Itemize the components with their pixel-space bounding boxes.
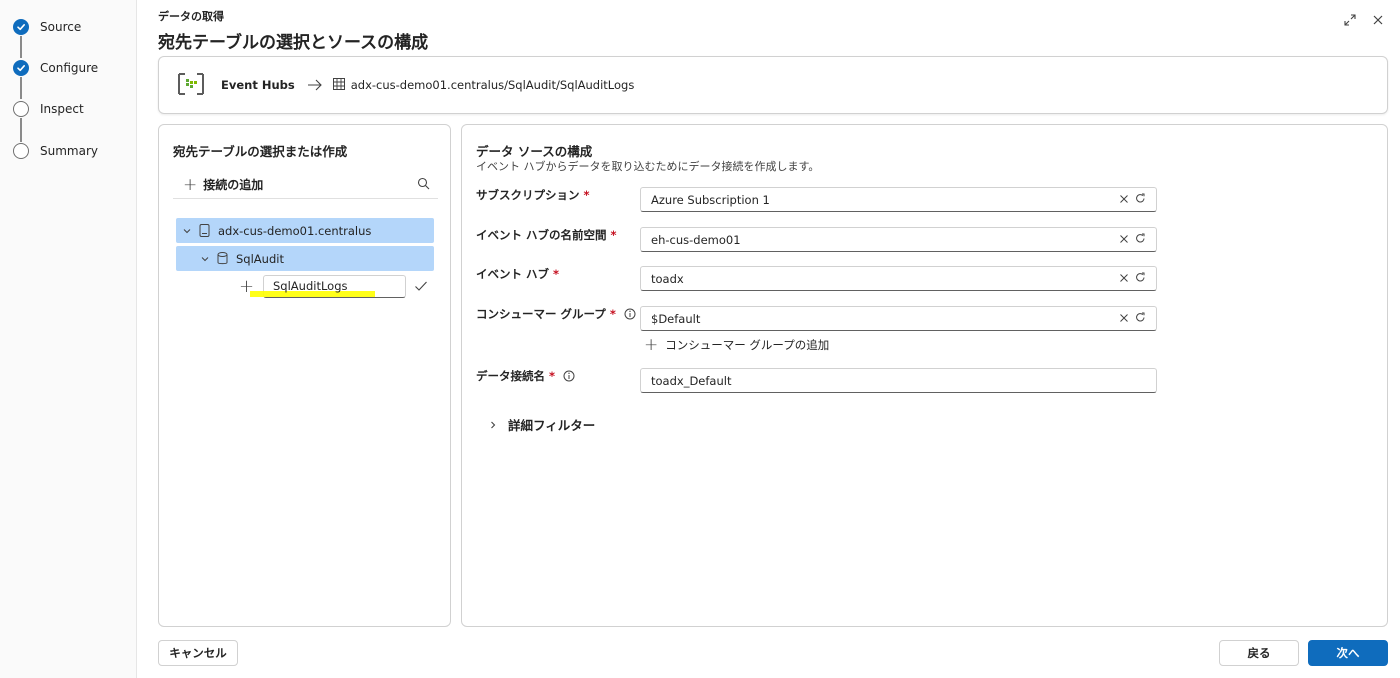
add-icon: + [644,335,659,355]
field-label-text: サブスクリプション [476,188,580,202]
page-title: 宛先テーブルの選択とソースの構成 [158,33,429,53]
add-icon[interactable]: + [183,175,197,195]
add-consumer-group-button[interactable]: + コンシューマー グループの追加 [644,335,829,355]
close-icon[interactable] [1370,12,1386,28]
clear-icon[interactable] [1119,233,1129,247]
field-label-text: イベント ハブ [476,267,550,281]
clear-icon[interactable] [1119,193,1129,207]
chevron-down-icon[interactable] [200,254,210,264]
event-hub-value: toadx [651,271,684,286]
data-source-config-panel: データ ソースの構成 イベント ハブからデータを取り込むためにデータ接続を作成し… [461,124,1388,627]
window-controls [1342,12,1386,28]
arrow-right-icon [307,79,323,91]
step-label: Inspect [40,102,84,116]
subscription-dropdown[interactable]: Azure Subscription 1 [640,187,1157,212]
field-label-text: データ接続名 [476,369,545,383]
step-pending-icon [13,143,29,159]
advanced-filter-toggle[interactable]: 詳細フィルター [488,415,595,434]
chevron-down-icon[interactable] [182,226,192,236]
page-header: データの取得 宛先テーブルの選択とソースの構成 [158,8,428,53]
search-icon[interactable] [417,177,430,193]
consumer-group-label: コンシューマー グループ * [476,306,636,322]
destination-path: adx-cus-demo01.centralus/SqlAudit/SqlAud… [350,78,635,92]
chevron-right-icon [488,420,498,430]
required-marker: * [609,307,616,321]
consumer-group-dropdown[interactable]: $Default [640,306,1157,331]
tree-item-label: adx-cus-demo01.centralus [218,223,372,238]
page-subtitle: データの取得 [158,10,224,23]
required-marker: * [583,188,590,202]
step-summary[interactable]: Summary [13,141,98,161]
refresh-icon[interactable] [1135,272,1146,286]
destination-table-panel: 宛先テーブルの選択または作成 + 接続の追加 adx-cus-demo01.ce… [158,124,451,627]
event-hub-dropdown[interactable]: toadx [640,266,1157,291]
required-marker: * [553,267,560,281]
checkmark-icon[interactable] [414,280,428,292]
source-name: Event Hubs [221,78,295,92]
cancel-button[interactable]: キャンセル [158,640,238,666]
connection-name-value: toadx_Default [651,373,732,388]
info-icon[interactable] [624,308,636,320]
table-grid-icon [332,77,345,93]
subscription-value: Azure Subscription 1 [651,192,770,207]
event-hubs-icon [177,72,205,99]
refresh-icon[interactable] [1135,233,1146,247]
field-label-text: イベント ハブの名前空間 [476,228,607,242]
add-connection-button[interactable]: 接続の追加 [203,176,263,193]
cluster-icon [199,224,210,237]
add-connection-bar: + 接続の追加 [173,171,438,199]
back-button[interactable]: 戻る [1219,640,1299,666]
tree-item-database[interactable]: SqlAudit [176,246,434,271]
clear-icon[interactable] [1119,312,1129,326]
stepper-connector [20,77,22,99]
consumer-group-value: $Default [651,311,701,326]
source-summary-bar: Event Hubs adx-cus-demo01.centralus/SqlA… [158,56,1388,114]
tree-item-cluster[interactable]: adx-cus-demo01.centralus [176,218,434,243]
stepper-connector [20,118,22,142]
next-button[interactable]: 次へ [1308,640,1388,666]
step-label: Summary [40,144,98,158]
step-label: Source [40,20,82,34]
namespace-value: eh-cus-demo01 [651,232,741,247]
step-source[interactable]: Source [13,17,81,37]
panel-description: イベント ハブからデータを取り込むためにデータ接続を作成します。 [476,160,820,173]
namespace-label: イベント ハブの名前空間 * [476,227,617,243]
info-icon[interactable] [563,370,575,382]
step-label: Configure [40,61,99,75]
panel-title: 宛先テーブルの選択または作成 [173,144,348,159]
wizard-stepper: Source Configure Inspect Summary [0,0,137,678]
step-inspect[interactable]: Inspect [13,99,84,119]
stepper-connector [20,36,22,58]
step-complete-icon [13,60,29,76]
subscription-label: サブスクリプション * [476,187,590,203]
step-complete-icon [13,19,29,35]
event-hub-label: イベント ハブ * [476,266,559,282]
database-icon [217,252,228,265]
tree-item-label: SqlAudit [236,251,284,266]
new-table-name-input[interactable]: SqlAuditLogs [250,274,406,298]
advanced-filter-label: 詳細フィルター [508,418,596,433]
step-configure[interactable]: Configure [13,58,98,78]
connection-name-label: データ接続名 * [476,368,575,384]
new-table-row: + SqlAuditLogs [239,274,428,298]
required-marker: * [549,369,556,383]
field-label-text: コンシューマー グループ [476,307,606,321]
required-marker: * [610,228,617,242]
refresh-icon[interactable] [1135,312,1146,326]
expand-icon[interactable] [1342,12,1358,28]
connection-name-input[interactable]: toadx_Default [640,368,1157,393]
namespace-dropdown[interactable]: eh-cus-demo01 [640,227,1157,252]
add-consumer-group-label: コンシューマー グループの追加 [665,338,830,352]
new-table-name-value: SqlAuditLogs [273,279,348,293]
clear-icon[interactable] [1119,272,1129,286]
refresh-icon[interactable] [1135,193,1146,207]
step-pending-icon [13,101,29,117]
